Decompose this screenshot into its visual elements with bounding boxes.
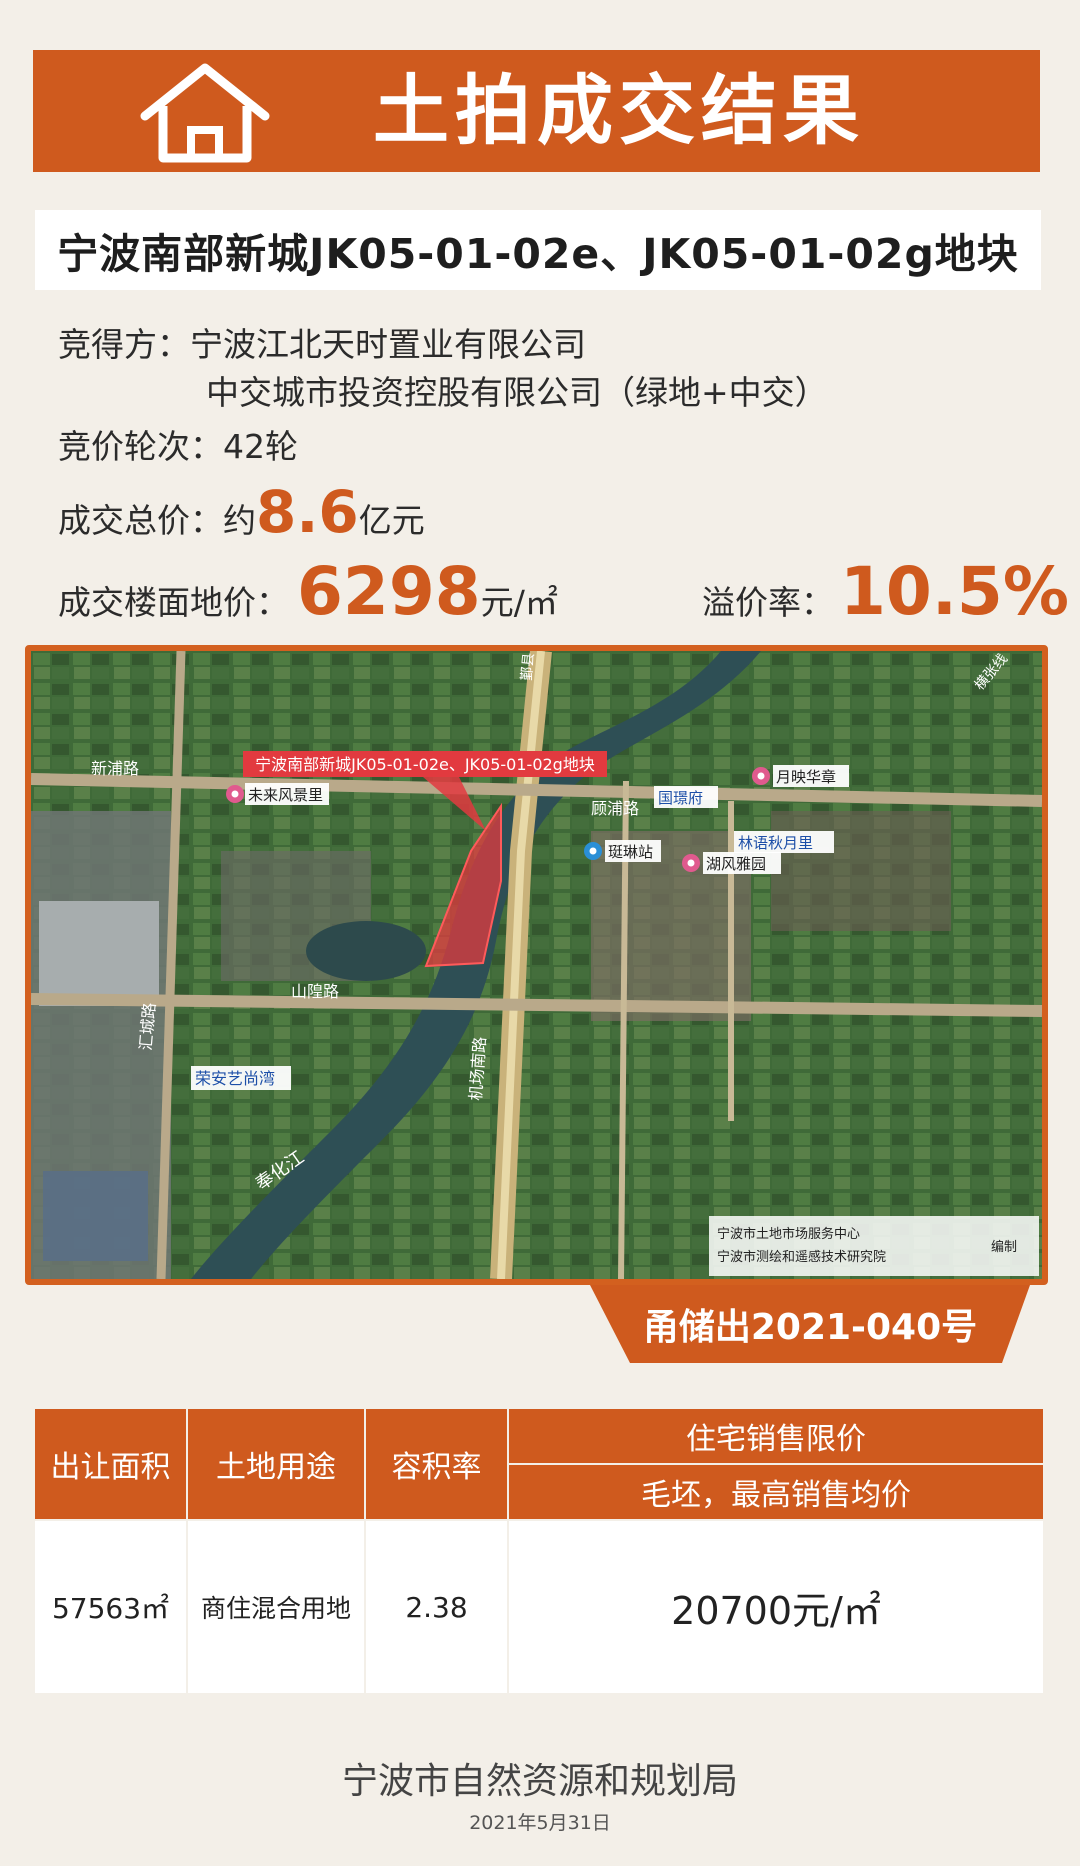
road-label-xinyong: 新浦路 xyxy=(91,759,139,778)
poi-station-label: 珽琳站 xyxy=(608,843,653,861)
footer-org: 宁波市自然资源和规划局 xyxy=(341,1761,738,1802)
land-info-table: 出让面积 土地用途 容积率 住宅销售限价 毛坯，最高销售均价 57563㎡ 商住… xyxy=(33,1406,1045,1693)
poi-yueying-label: 月映华章 xyxy=(776,768,836,786)
header-far: 容积率 xyxy=(364,1406,509,1522)
poi-guojing: 国璟府 xyxy=(654,786,718,808)
total-price-label: 成交总价： xyxy=(58,501,223,540)
floor-price-line: 成交楼面地价： 6298元/㎡ xyxy=(58,553,558,630)
poi-rongan-label: 荣安艺尚湾 xyxy=(195,1069,275,1088)
floor-price-value: 6298 xyxy=(297,553,481,630)
header-price-limit: 住宅销售限价 xyxy=(507,1406,1045,1466)
rounds-value: 42轮 xyxy=(223,427,298,466)
map-credit-3: 编制 xyxy=(991,1240,1017,1255)
rounds-line: 竞价轮次：42轮 xyxy=(58,420,298,468)
winner-name-1: 宁波江北天时置业有限公司 xyxy=(190,325,586,364)
floor-price-label: 成交楼面地价： xyxy=(58,583,289,622)
header-banner: 土拍成交结果 xyxy=(33,50,1040,172)
winner-line-1: 竞得方：宁波江北天时置业有限公司 xyxy=(58,318,586,366)
poi-weilai-label: 未来风景里 xyxy=(248,786,323,804)
doc-number: 甬储出2021-040号 xyxy=(642,1307,978,1348)
poi-huxin-label: 湖风雅园 xyxy=(706,855,766,873)
doc-number-badge: 甬储出2021-040号 xyxy=(590,1285,1030,1363)
plot-name: 宁波南部新城JK05-01-02e、JK05-01-02g地块 xyxy=(35,210,1041,290)
header-usage: 土地用途 xyxy=(186,1406,366,1522)
cell-price: 20700元/㎡ xyxy=(507,1520,1045,1693)
winner-name-2: 中交城市投资控股有限公司（绿地+中交） xyxy=(206,373,828,412)
page-title: 土拍成交结果 xyxy=(373,66,865,155)
cell-far: 2.38 xyxy=(364,1520,509,1693)
poi-guojing-label: 国璟府 xyxy=(658,789,703,807)
poi-station: 珽琳站 xyxy=(584,840,661,862)
total-price-unit: 亿元 xyxy=(358,501,425,540)
satellite-map: 宁波南部新城JK05-01-02e、JK05-01-02g地块 新浦路 山隍路 … xyxy=(25,645,1048,1285)
total-price-value: 8.6 xyxy=(256,478,359,546)
floor-price-unit: 元/㎡ xyxy=(480,583,558,622)
road-label-north: 鄞县 xyxy=(519,652,537,681)
header-price-sub: 毛坯，最高销售均价 xyxy=(507,1463,1045,1522)
poi-linyu-label: 林语秋月里 xyxy=(738,834,813,852)
road-label-gu: 顾浦路 xyxy=(591,799,639,818)
cell-usage: 商住混合用地 xyxy=(186,1520,366,1693)
premium-line: 溢价率：10.5% xyxy=(702,553,1069,630)
header-area: 出让面积 xyxy=(33,1406,188,1522)
map-credit-1: 宁波市土地市场服务中心 xyxy=(717,1226,860,1242)
poi-linyu: 林语秋月里 xyxy=(734,831,834,853)
road-label-shanhuang: 山隍路 xyxy=(291,982,339,1001)
rounds-label: 竞价轮次： xyxy=(58,427,223,466)
winner-line-2: 中交城市投资控股有限公司（绿地+中交） xyxy=(206,366,828,414)
plot-callout: 宁波南部新城JK05-01-02e、JK05-01-02g地块 xyxy=(255,755,595,774)
footer-date: 2021年5月31日 xyxy=(469,1812,611,1834)
winner-label: 竞得方： xyxy=(58,325,190,364)
map-credit-2: 宁波市测绘和遥感技术研究院 xyxy=(717,1249,886,1265)
total-price-line: 成交总价：约8.6亿元 xyxy=(58,478,425,546)
cell-area: 57563㎡ xyxy=(33,1520,188,1693)
poi-rongan: 荣安艺尚湾 xyxy=(191,1066,291,1090)
total-price-prefix: 约 xyxy=(223,501,256,540)
premium-label: 溢价率： xyxy=(702,583,834,622)
house-icon xyxy=(140,63,270,163)
premium-value: 10.5% xyxy=(840,553,1069,630)
